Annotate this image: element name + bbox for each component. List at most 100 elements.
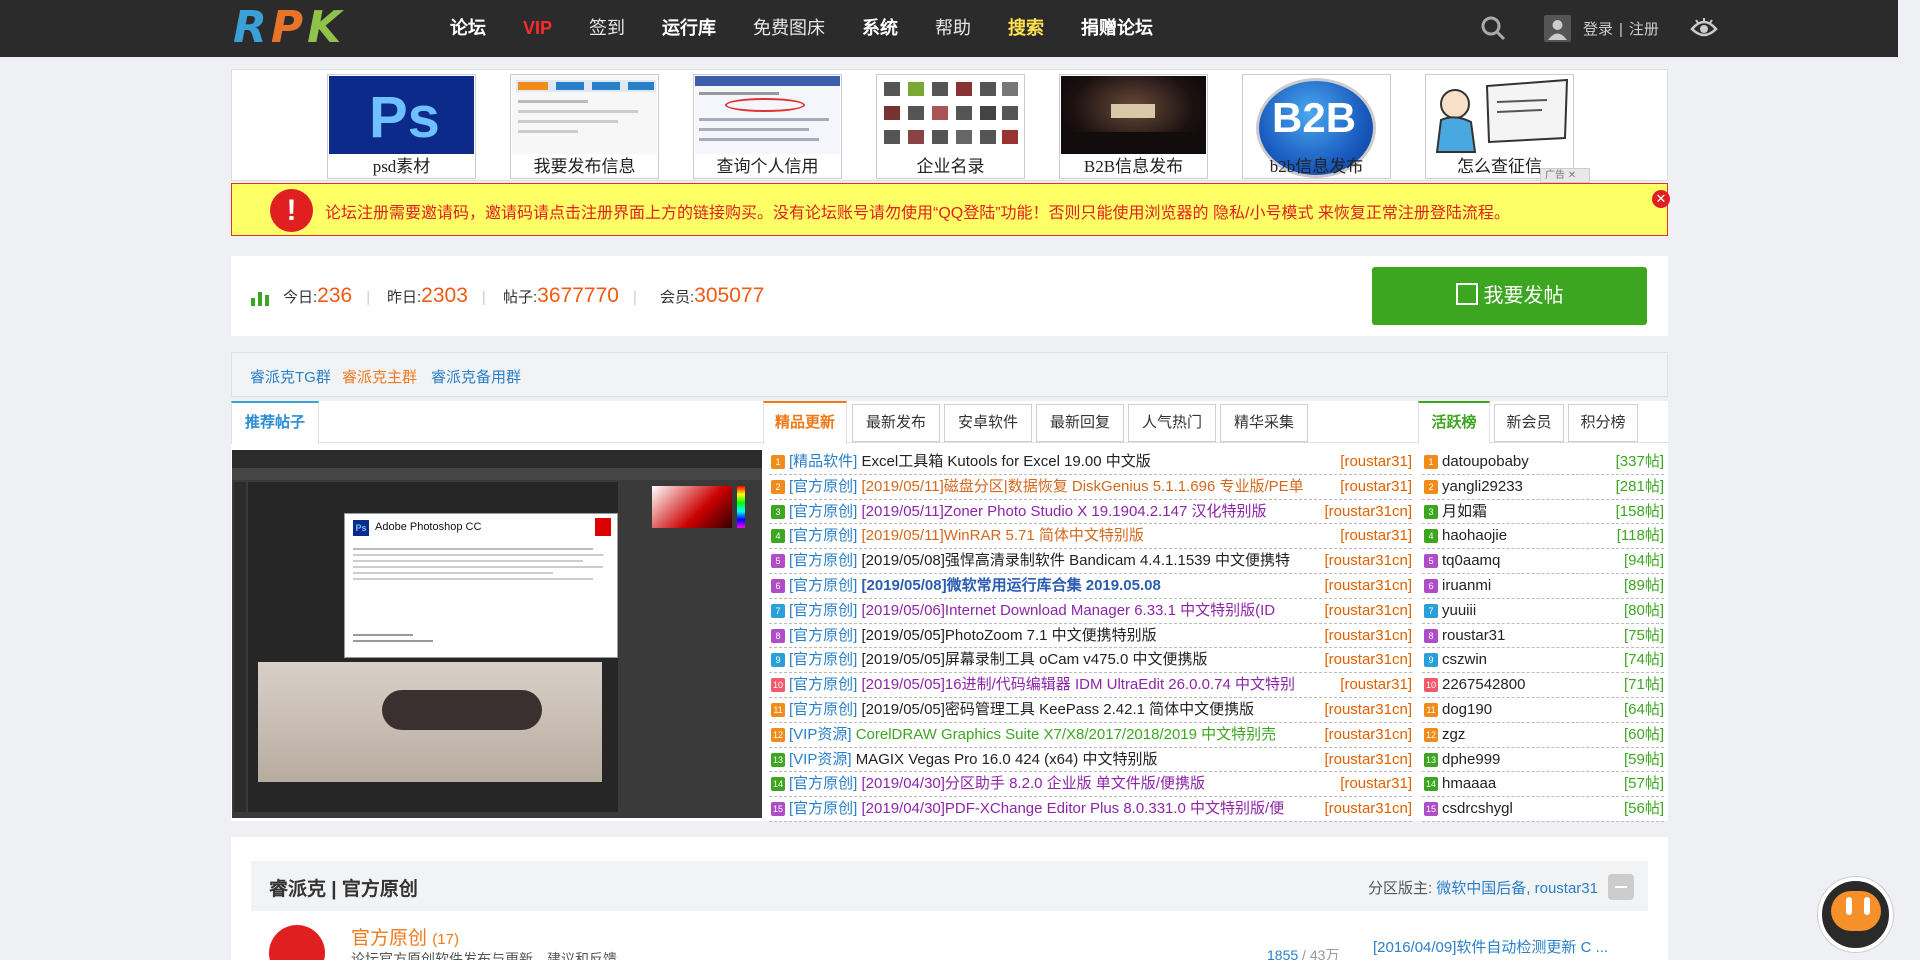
- thread-tag[interactable]: [官方原创]: [789, 701, 857, 718]
- thread-title[interactable]: [官方原创] [2019/04/30]分区助手 8.2.0 企业版 单文件版/便…: [789, 772, 1412, 796]
- thread-tag[interactable]: [官方原创]: [789, 503, 857, 520]
- ranking-user[interactable]: datoupobaby: [1442, 453, 1529, 470]
- ad-item[interactable]: 我要发布信息: [510, 74, 659, 179]
- thread-title[interactable]: [官方原创] [2019/05/11]Zoner Photo Studio X …: [789, 500, 1412, 524]
- last-post-link[interactable]: [2016/04/09]软件自动检测更新 C ...: [1373, 936, 1608, 957]
- tab-new-members[interactable]: 新会员: [1494, 404, 1564, 442]
- thread-title[interactable]: [官方原创] [2019/05/11]磁盘分区|数据恢复 DiskGenius …: [789, 475, 1412, 499]
- forum-name[interactable]: 官方原创 (17): [351, 923, 459, 950]
- tab-replies[interactable]: 最新回复: [1036, 404, 1124, 442]
- ranking-user[interactable]: haohaojie: [1442, 527, 1507, 544]
- tab-points[interactable]: 积分榜: [1568, 404, 1638, 442]
- ranking-row[interactable]: 7 yuuiii [80帖]: [1422, 599, 1664, 624]
- ranking-user[interactable]: hmaaaa: [1442, 775, 1496, 792]
- nav-help[interactable]: 帮助: [935, 0, 971, 57]
- thread-title[interactable]: [官方原创] [2019/05/05]16进制/代码编辑器 IDM UltraE…: [789, 673, 1412, 697]
- nav-forum[interactable]: 论坛: [450, 0, 486, 57]
- ranking-user[interactable]: 2267542800: [1442, 676, 1525, 693]
- ad-tag[interactable]: 广告 ✕: [1540, 168, 1590, 183]
- ad-item[interactable]: 企业名录: [876, 74, 1025, 179]
- thread-title-text[interactable]: [2019/05/11]WinRAR 5.71 简体中文特别版: [862, 527, 1144, 544]
- thread-title-text[interactable]: [2019/05/11]磁盘分区|数据恢复 DiskGenius 5.1.1.6…: [862, 478, 1304, 495]
- ranking-row[interactable]: 15 csdrcshygl [56帖]: [1422, 797, 1664, 822]
- ranking-row[interactable]: 9 cszwin [74帖]: [1422, 648, 1664, 674]
- thread-title-text[interactable]: MAGIX Vegas Pro 16.0 424 (x64) 中文特别版: [856, 751, 1158, 768]
- ranking-row[interactable]: 13 dphe999 [59帖]: [1422, 748, 1664, 773]
- ranking-user[interactable]: cszwin: [1442, 651, 1487, 668]
- new-post-button[interactable]: 我要发帖: [1372, 267, 1647, 325]
- tab-android[interactable]: 安卓软件: [944, 404, 1032, 442]
- thread-tag[interactable]: [官方原创]: [789, 800, 857, 817]
- thread-author[interactable]: [roustar31cn]: [1320, 747, 1412, 772]
- close-icon[interactable]: ✕: [1652, 190, 1670, 208]
- thread-title-text[interactable]: Excel工具箱 Kutools for Excel 19.00 中文版: [862, 453, 1151, 470]
- thread-title[interactable]: [官方原创] [2019/05/11]WinRAR 5.71 简体中文特别版: [789, 524, 1412, 548]
- thread-title-text[interactable]: [2019/05/08]强悍高清录制软件 Bandicam 4.4.1.1539…: [862, 552, 1291, 569]
- nav-search[interactable]: 搜索: [1008, 0, 1044, 57]
- thread-title[interactable]: [官方原创] [2019/05/05]屏幕录制工具 oCam v475.0 中文…: [789, 648, 1412, 672]
- thread-author[interactable]: [roustar31]: [1336, 673, 1412, 697]
- thread-author[interactable]: [roustar31]: [1336, 474, 1412, 499]
- thread-tag[interactable]: [官方原创]: [789, 527, 857, 544]
- ranking-user[interactable]: roustar31: [1442, 627, 1505, 644]
- thread-row[interactable]: 9 [官方原创] [2019/05/05]屏幕录制工具 oCam v475.0 中…: [769, 648, 1412, 674]
- tab-featured[interactable]: 精品更新: [763, 401, 847, 444]
- thread-tag[interactable]: [官方原创]: [789, 627, 857, 644]
- nav-runtime[interactable]: 运行库: [662, 0, 716, 57]
- thread-tag[interactable]: [精品软件]: [789, 453, 857, 470]
- ranking-user[interactable]: dphe999: [1442, 751, 1500, 768]
- nav-image-host[interactable]: 免费图床: [753, 0, 825, 57]
- thread-tag[interactable]: [官方原创]: [789, 478, 857, 495]
- thread-tag[interactable]: [VIP资源]: [789, 751, 852, 768]
- avatar[interactable]: [1544, 15, 1571, 42]
- thread-tag[interactable]: [官方原创]: [789, 775, 857, 792]
- thread-row[interactable]: 5 [官方原创] [2019/05/08]强悍高清录制软件 Bandicam 4.…: [769, 549, 1412, 574]
- thread-row[interactable]: 8 [官方原创] [2019/05/05]PhotoZoom 7.1 中文便携特别…: [769, 623, 1412, 649]
- ranking-user[interactable]: 月如霜: [1442, 503, 1487, 520]
- thread-title[interactable]: [官方原创] [2019/05/08]强悍高清录制软件 Bandicam 4.4…: [789, 549, 1412, 573]
- eye-icon[interactable]: [1690, 17, 1718, 39]
- ranking-user[interactable]: yangli29233: [1442, 478, 1523, 495]
- ad-item[interactable]: Ps psd素材: [327, 74, 476, 179]
- thread-title-text[interactable]: [2019/05/05]PhotoZoom 7.1 中文便携特别版: [862, 627, 1157, 644]
- ranking-row[interactable]: 6 iruanmi [89帖]: [1422, 574, 1664, 599]
- thread-author[interactable]: [roustar31cn]: [1320, 549, 1412, 573]
- collapse-toggle[interactable]: [1608, 874, 1634, 900]
- group-link-main[interactable]: 睿派克主群: [342, 366, 417, 387]
- forum-icon[interactable]: [269, 925, 325, 960]
- thread-author[interactable]: [roustar31cn]: [1320, 797, 1412, 821]
- thread-tag[interactable]: [官方原创]: [789, 577, 857, 594]
- thread-author[interactable]: [roustar31cn]: [1320, 499, 1412, 524]
- thread-tag[interactable]: [官方原创]: [789, 602, 857, 619]
- thread-row[interactable]: 14 [官方原创] [2019/04/30]分区助手 8.2.0 企业版 单文件版…: [769, 772, 1412, 798]
- thread-author[interactable]: [roustar31cn]: [1320, 598, 1412, 623]
- thread-author[interactable]: [roustar31]: [1336, 772, 1412, 797]
- thread-row[interactable]: 11 [官方原创] [2019/05/05]密码管理工具 KeePass 2.42…: [769, 697, 1412, 723]
- moderator-links[interactable]: 微软中国后备, roustar31: [1436, 880, 1598, 897]
- ad-item[interactable]: 怎么查征信: [1425, 74, 1574, 179]
- thread-title[interactable]: [官方原创] [2019/04/30]PDF-XChange Editor Pl…: [789, 797, 1412, 821]
- thread-title-text[interactable]: [2019/05/05]屏幕录制工具 oCam v475.0 中文便携版: [862, 651, 1208, 668]
- ranking-user[interactable]: yuuiii: [1442, 602, 1476, 619]
- ranking-user[interactable]: csdrcshygl: [1442, 800, 1513, 817]
- tab-latest[interactable]: 最新发布: [852, 404, 940, 442]
- thread-title-text[interactable]: [2019/04/30]PDF-XChange Editor Plus 8.0.…: [862, 800, 1285, 817]
- thread-title-text[interactable]: CorelDRAW Graphics Suite X7/X8/2017/2018…: [856, 726, 1276, 743]
- group-link-backup[interactable]: 睿派克备用群: [431, 366, 521, 387]
- thread-author[interactable]: [roustar31cn]: [1320, 573, 1412, 598]
- thread-row[interactable]: 15 [官方原创] [2019/04/30]PDF-XChange Editor …: [769, 797, 1412, 822]
- thread-row[interactable]: 13 [VIP资源] MAGIX Vegas Pro 16.0 424 (x64)…: [769, 747, 1412, 773]
- ranking-row[interactable]: 4 haohaojie [118帖]: [1422, 524, 1664, 550]
- thread-title-text[interactable]: [2019/05/08]微软常用运行库合集 2019.05.08: [862, 577, 1161, 594]
- featured-screenshot[interactable]: Ps Adobe Photoshop CC: [232, 450, 762, 818]
- ranking-row[interactable]: 11 dog190 [64帖]: [1422, 698, 1664, 723]
- thread-author[interactable]: [roustar31]: [1336, 524, 1412, 549]
- login-link[interactable]: 登录: [1583, 21, 1613, 38]
- thread-title[interactable]: [官方原创] [2019/05/05]密码管理工具 KeePass 2.42.1…: [789, 698, 1412, 722]
- thread-tag[interactable]: [官方原创]: [789, 651, 857, 668]
- thread-author[interactable]: [roustar31]: [1336, 450, 1412, 474]
- thread-title-text[interactable]: [2019/05/06]Internet Download Manager 6.…: [862, 602, 1276, 619]
- thread-title-text[interactable]: [2019/05/05]密码管理工具 KeePass 2.42.1 简体中文便携…: [862, 701, 1255, 718]
- ad-item[interactable]: B2B b2b信息发布: [1242, 74, 1391, 179]
- thread-title[interactable]: [官方原创] [2019/05/06]Internet Download Man…: [789, 599, 1412, 623]
